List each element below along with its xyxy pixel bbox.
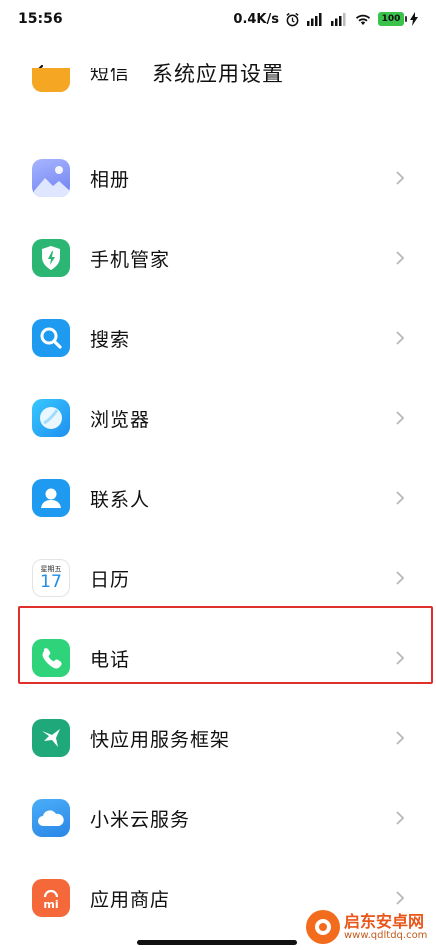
calendar-day: 17 <box>40 571 62 592</box>
list-item-calendar[interactable]: 星期五 17 日历 <box>0 538 436 618</box>
signal-icon <box>330 12 348 26</box>
list-item-security[interactable]: 手机管家 <box>0 218 436 298</box>
list-item-label: 小米云服务 <box>90 808 191 831</box>
chevron-right-icon <box>396 651 405 665</box>
chevron-right-icon <box>396 571 405 585</box>
list-item-label: 搜索 <box>90 328 131 351</box>
chevron-right-icon <box>396 491 405 505</box>
list-item-gallery[interactable]: 相册 <box>0 138 436 218</box>
calendar-icon: 星期五 17 <box>32 559 70 597</box>
gallery-icon <box>32 159 70 197</box>
watermark-logo-icon <box>306 910 340 944</box>
watermark: 启东安卓网 www.qdltdq.com <box>306 910 427 944</box>
list-item-label: 浏览器 <box>90 408 151 431</box>
list-item-label: 联系人 <box>90 488 151 511</box>
chevron-right-icon <box>396 171 405 185</box>
list-item-phone[interactable]: 电话 <box>0 618 436 698</box>
battery-level: 100 <box>381 14 401 24</box>
chevron-right-icon <box>396 731 405 745</box>
cloud-icon <box>32 799 70 837</box>
list-item-quick-app[interactable]: 快应用服务框架 <box>0 698 436 778</box>
quick-app-icon <box>32 719 70 757</box>
list-item-label: 快应用服务框架 <box>90 728 231 751</box>
chevron-right-icon <box>396 411 405 425</box>
list-item-label: 相册 <box>90 168 131 191</box>
list-item-label: 短信 <box>90 68 131 84</box>
chevron-right-icon <box>396 331 405 345</box>
list-item-label: 应用商店 <box>90 888 171 911</box>
list-item-cloud[interactable]: 小米云服务 <box>0 778 436 858</box>
wifi-icon <box>354 12 372 26</box>
watermark-url: www.qdltdq.com <box>344 930 428 942</box>
phone-icon <box>32 639 70 677</box>
chevron-right-icon <box>396 251 405 265</box>
charging-icon <box>410 12 418 26</box>
message-icon <box>32 68 70 92</box>
list-item-message[interactable]: 短信 <box>0 68 436 116</box>
contacts-icon <box>32 479 70 517</box>
chevron-right-icon <box>396 891 405 905</box>
hd-signal-icon <box>306 12 324 26</box>
status-time: 15:56 <box>18 11 63 27</box>
store-icon: mi <box>32 879 70 917</box>
status-bar: 15:56 0.4K/s 100 <box>0 0 436 38</box>
watermark-text: 启东安卓网 www.qdltdq.com <box>344 913 427 942</box>
alarm-icon <box>285 12 300 27</box>
security-shield-icon <box>32 239 70 277</box>
list-item-label: 手机管家 <box>90 248 171 271</box>
chevron-right-icon <box>396 811 405 825</box>
list-item-contacts[interactable]: 联系人 <box>0 458 436 538</box>
store-icon-text: mi <box>43 897 59 911</box>
list-item-search[interactable]: 搜索 <box>0 298 436 378</box>
battery-icon: 100 <box>378 12 407 26</box>
search-icon <box>32 319 70 357</box>
list-item-label: 日历 <box>90 568 131 591</box>
status-icons: 0.4K/s 100 <box>233 12 418 27</box>
list-item-label: 电话 <box>90 648 131 671</box>
home-indicator[interactable] <box>137 940 297 945</box>
network-speed: 0.4K/s <box>233 11 279 27</box>
list-item-browser[interactable]: 浏览器 <box>0 378 436 458</box>
browser-icon <box>32 399 70 437</box>
watermark-name: 启东安卓网 <box>344 911 425 931</box>
